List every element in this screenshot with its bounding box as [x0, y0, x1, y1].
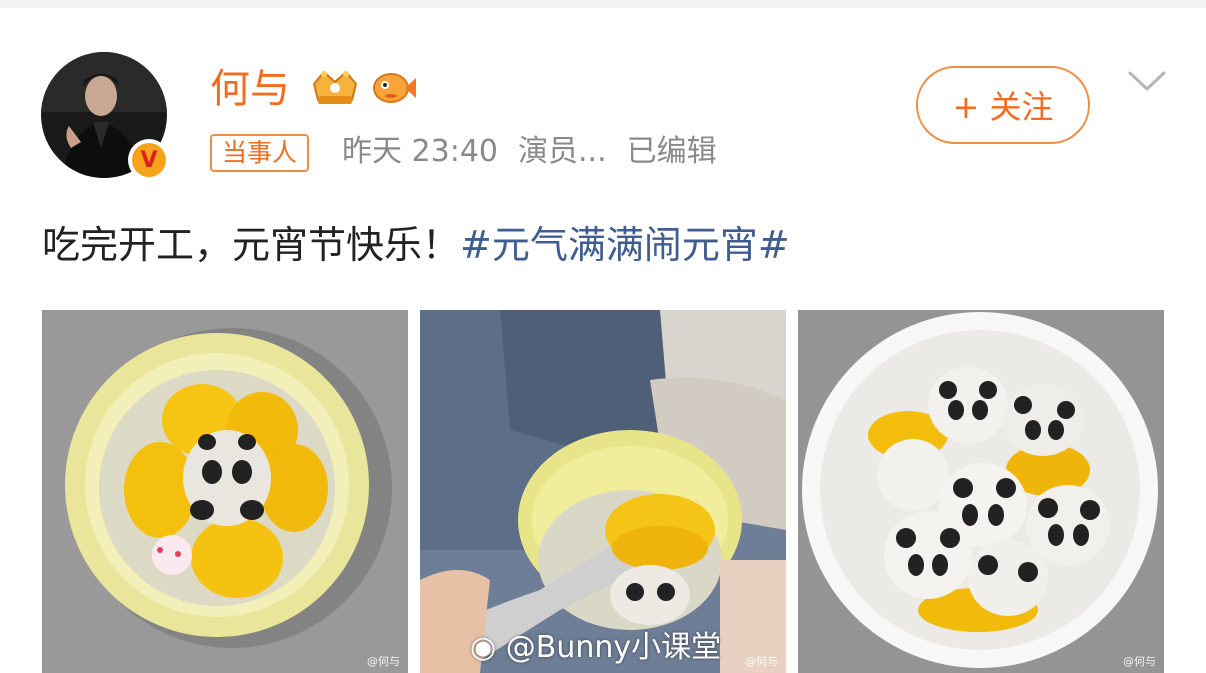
- username[interactable]: 何与: [210, 62, 290, 116]
- edited-label[interactable]: 已编辑: [627, 134, 717, 169]
- verified-badge: V: [128, 139, 170, 181]
- hashtag-link[interactable]: #元气满满闹元宵#: [460, 223, 790, 267]
- crown-badge-icon[interactable]: [308, 66, 362, 112]
- image-watermark: @何与: [367, 655, 400, 668]
- fish-badge-icon[interactable]: [371, 68, 417, 110]
- top-divider: [0, 0, 1206, 8]
- post-text: 吃完开工，元宵节快乐！: [42, 223, 461, 267]
- post-image-2[interactable]: @何与: [420, 310, 786, 673]
- post-time: 昨天 23:40: [342, 134, 498, 169]
- post-source[interactable]: 演员...: [518, 134, 607, 169]
- post-meta: 昨天 23:40 演员... 已编辑: [342, 130, 737, 174]
- follow-button[interactable]: + 关注: [916, 66, 1090, 144]
- image-watermark: @何与: [745, 655, 778, 668]
- overlay-text: @Bunny小课堂: [505, 630, 722, 665]
- post-body: 吃完开工，元宵节快乐！#元气满满闹元宵#: [42, 218, 790, 272]
- chevron-down-icon[interactable]: [1128, 70, 1166, 96]
- weibo-icon: ◉: [470, 630, 497, 665]
- image-overlay-text: ◉ @Bunny小课堂: [470, 622, 721, 666]
- verified-v-icon: V: [132, 143, 166, 177]
- status-badge: 当事人: [210, 134, 310, 172]
- post-image-3[interactable]: @何与: [798, 310, 1164, 673]
- image-watermark: @何与: [1123, 655, 1156, 668]
- post-image-1[interactable]: @何与: [42, 310, 408, 673]
